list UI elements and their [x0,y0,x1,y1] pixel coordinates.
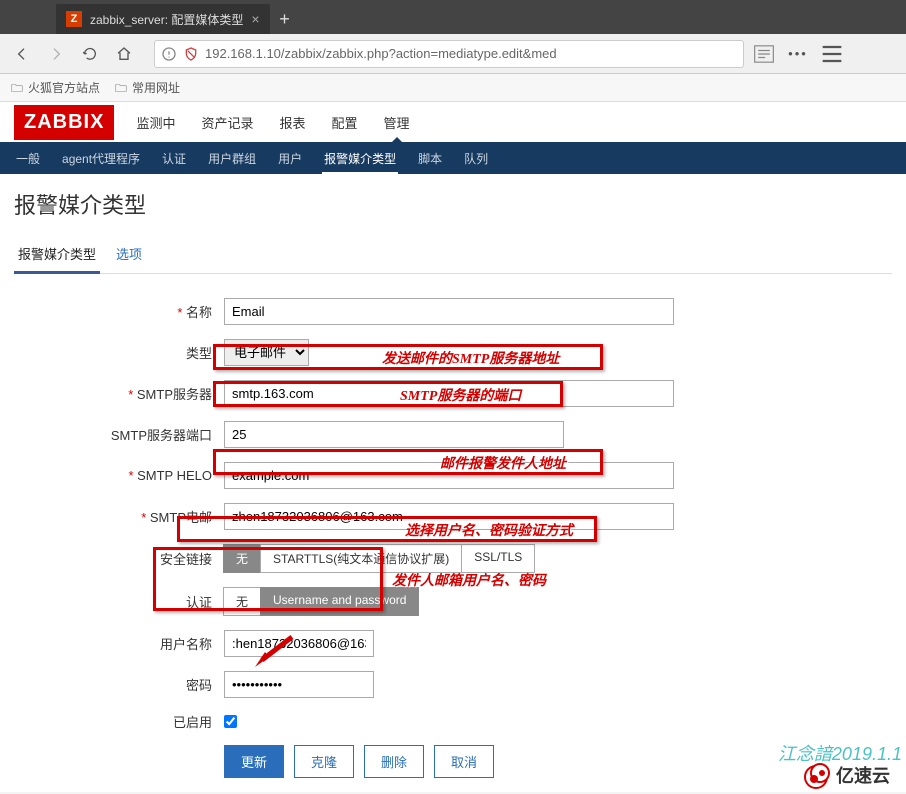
label-smtp-email: SMTP电邮 [14,507,224,526]
label-smtp-port: SMTP服务器端口 [14,425,224,444]
subnav-proxies[interactable]: agent代理程序 [60,142,142,175]
url-text: 192.168.1.10/zabbix/zabbix.php?action=me… [205,46,737,61]
authentication-group: 无 Username and password [224,587,419,616]
smtp-port-field[interactable] [224,421,564,448]
label-smtp-server: SMTP服务器 [14,384,224,403]
nav-monitoring[interactable]: 监测中 [132,103,179,142]
menu-button[interactable] [818,40,846,68]
tab-title: zabbix_server: 配置媒体类型 [90,11,243,28]
tab-mediatype[interactable]: 报警媒介类型 [14,238,100,274]
new-tab-button[interactable]: + [270,4,300,34]
label-username: 用户名称 [14,634,224,653]
reader-mode-button[interactable] [750,40,778,68]
folder-icon [114,81,128,95]
bookmark-label: 常用网址 [132,79,180,96]
subnav-users[interactable]: 用户 [276,142,304,175]
back-button[interactable] [8,40,36,68]
browser-tab[interactable]: Z zabbix_server: 配置媒体类型 × [56,4,270,34]
browser-toolbar: 192.168.1.10/zabbix/zabbix.php?action=me… [0,34,906,74]
password-field[interactable] [224,671,374,698]
connsec-ssltls[interactable]: SSL/TLS [461,544,535,573]
bookmarks-bar: 火狐官方站点 常用网址 [0,74,906,102]
close-icon[interactable]: × [251,11,259,27]
smtp-email-field[interactable] [224,503,674,530]
label-connection-security: 安全链接 [14,549,224,568]
bookmark-item[interactable]: 常用网址 [114,79,180,96]
bookmark-label: 火狐官方站点 [28,79,100,96]
subnav-usergroups[interactable]: 用户群组 [206,142,258,175]
username-field[interactable] [224,630,374,657]
reload-button[interactable] [76,40,104,68]
forward-button[interactable] [42,40,70,68]
nav-administration[interactable]: 管理 [380,103,414,142]
label-password: 密码 [14,675,224,694]
nav-inventory[interactable]: 资产记录 [197,103,257,142]
smtp-helo-field[interactable] [224,462,674,489]
sub-nav: 一般 agent代理程序 认证 用户群组 用户 报警媒介类型 脚本 队列 [0,142,906,174]
label-name: 名称 [14,302,224,321]
enabled-checkbox[interactable] [224,715,237,728]
auth-none[interactable]: 无 [223,587,261,616]
address-bar[interactable]: 192.168.1.10/zabbix/zabbix.php?action=me… [154,40,744,68]
clone-button[interactable]: 克隆 [294,745,354,778]
connection-security-group: 无 STARTTLS(纯文本通信协议扩展) SSL/TLS [224,544,535,573]
favicon: Z [66,11,82,27]
svg-text:亿速云: 亿速云 [836,765,890,786]
form-tabs: 报警媒介类型 选项 [14,238,892,274]
bookmark-item[interactable]: 火狐官方站点 [10,79,100,96]
zabbix-logo[interactable]: ZABBIX [14,105,114,140]
browser-tab-strip: Z zabbix_server: 配置媒体类型 × + [0,0,906,34]
page-title: 报警媒介类型 [14,188,892,220]
subnav-general[interactable]: 一般 [14,142,42,175]
home-button[interactable] [110,40,138,68]
smtp-server-field[interactable] [224,380,674,407]
info-icon [161,46,177,62]
update-button[interactable]: 更新 [224,745,284,778]
folder-icon [10,81,24,95]
auth-usernamepassword[interactable]: Username and password [260,587,419,616]
yisu-watermark: 亿速云 [802,759,902,794]
connsec-starttls[interactable]: STARTTLS(纯文本通信协议扩展) [260,544,462,573]
mediatype-form: 名称 类型 电子邮件 SMTP服务器 SMTP服务器端口 [14,298,892,778]
name-field[interactable] [224,298,674,325]
delete-button[interactable]: 删除 [364,745,424,778]
label-enabled: 已启用 [14,712,224,731]
nav-reports[interactable]: 报表 [275,103,309,142]
label-authentication: 认证 [14,592,224,611]
connsec-none[interactable]: 无 [223,544,261,573]
subnav-mediatypes[interactable]: 报警媒介类型 [322,142,398,175]
label-type: 类型 [14,343,224,362]
main-nav: ZABBIX 监测中 资产记录 报表 配置 管理 [0,102,906,142]
subnav-queue[interactable]: 队列 [462,142,490,175]
tab-options[interactable]: 选项 [112,238,146,273]
nav-configuration[interactable]: 配置 [328,103,362,142]
type-select[interactable]: 电子邮件 [224,339,309,366]
cancel-button[interactable]: 取消 [434,745,494,778]
more-actions-button[interactable]: ••• [784,40,812,68]
label-smtp-helo: SMTP HELO [14,468,224,483]
subnav-scripts[interactable]: 脚本 [416,142,444,175]
shield-icon [183,46,199,62]
subnav-authentication[interactable]: 认证 [160,142,188,175]
